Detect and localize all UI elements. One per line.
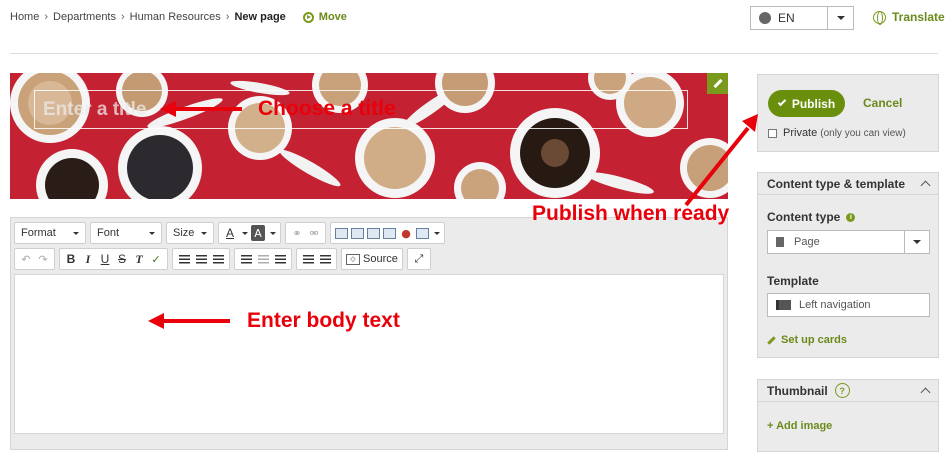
annotation-body-text: Enter body text: [247, 309, 400, 332]
title-arrow-head: [160, 101, 176, 117]
annotation-choose-title: Choose a title: [258, 97, 396, 120]
body-arrow-head: [148, 313, 164, 329]
publish-arrow: [684, 126, 750, 207]
annotation-publish: Publish when ready: [532, 202, 730, 225]
annotation-arrows: [148, 101, 758, 329]
